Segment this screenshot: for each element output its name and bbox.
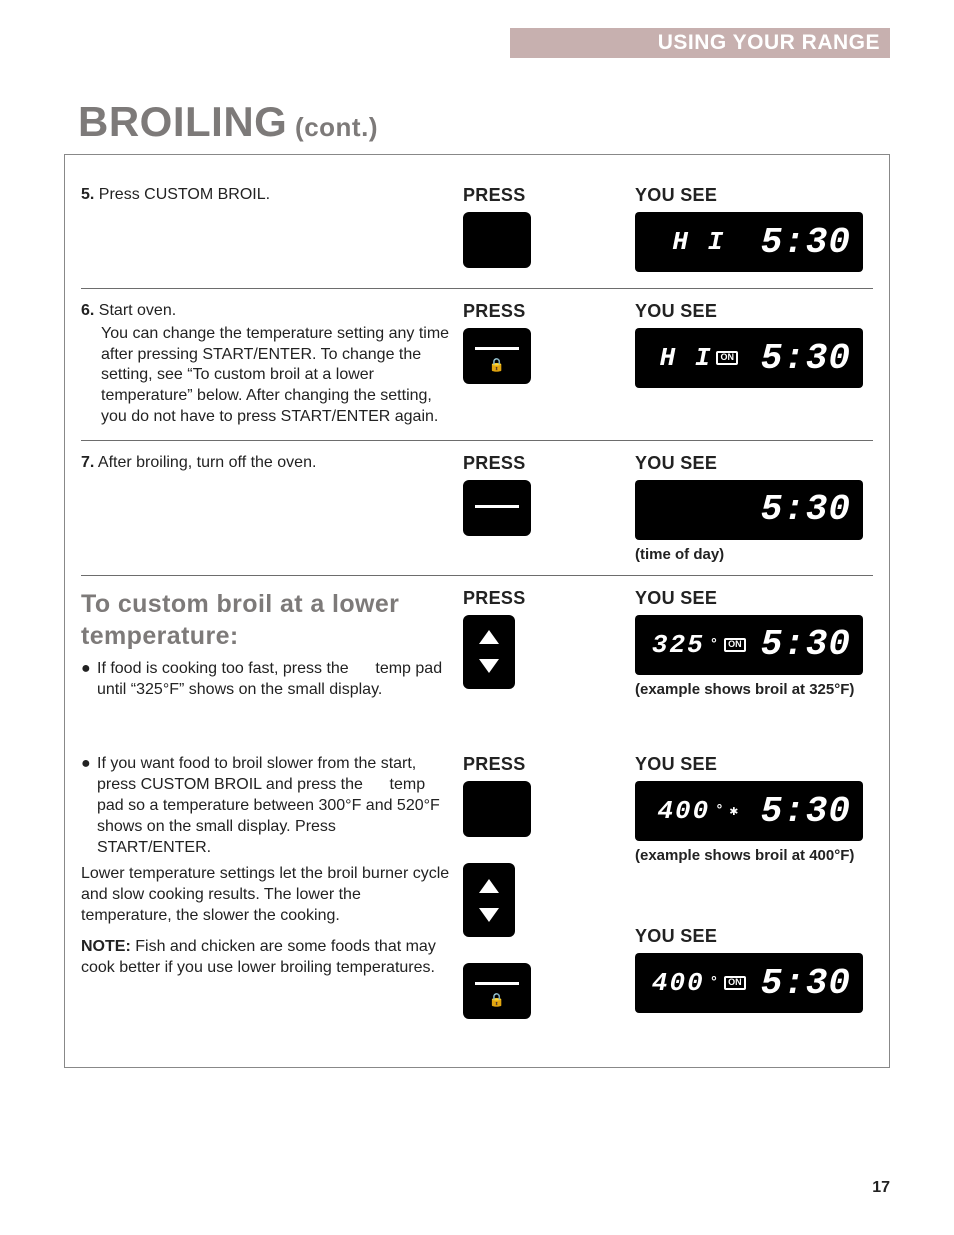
display-small-reading: H I ON <box>647 343 751 373</box>
start-enter-button[interactable]: 🔒 <box>463 328 531 384</box>
step-5-number: 5. <box>81 186 94 203</box>
step-6-display-col: YOU SEE H I ON 5:30 <box>635 301 895 428</box>
display-clock: 5:30 <box>761 963 851 1004</box>
display-hi-530: H I 5:30 <box>635 212 863 272</box>
on-indicator-icon: ON <box>724 976 746 990</box>
you-see-label: YOU SEE <box>635 588 895 609</box>
lock-icon: 🔒 <box>489 358 505 371</box>
press-label: PRESS <box>463 588 623 609</box>
custom-2-press-col: PRESS 🔒 <box>463 754 623 1027</box>
bullet-1-a: If food is cooking too fast, press the <box>97 660 349 677</box>
step-7-number: 7. <box>81 454 94 471</box>
triangle-down-icon <box>479 908 499 922</box>
para-lower-temp: Lower temperature settings let the broil… <box>81 864 451 926</box>
display-small-reading: 325° ON <box>647 630 751 660</box>
bullet-2-a: If you want food to broil slower from th… <box>97 755 416 793</box>
note-body: Fish and chicken are some foods that may… <box>81 938 436 976</box>
step-5-row: 5. Press CUSTOM BROIL. PRESS YOU SEE H I… <box>81 173 873 288</box>
display-325-on-530: 325° ON 5:30 <box>635 615 863 675</box>
page-title-cont: (cont.) <box>287 112 378 142</box>
triangle-up-icon <box>479 879 499 893</box>
page-title: Broiling (cont.) <box>78 98 890 146</box>
custom-broil-row-2: ● If you want food to broil slower from … <box>81 718 873 1039</box>
display-clock: 5:30 <box>761 624 851 665</box>
step-5-press-col: PRESS <box>463 185 623 276</box>
content-frame: 5. Press CUSTOM BROIL. PRESS YOU SEE H I… <box>64 154 890 1068</box>
step-6-row: 6. Start oven. You can change the temper… <box>81 288 873 440</box>
display-clock: 5:30 <box>761 222 851 263</box>
step-5-text: 5. Press CUSTOM BROIL. <box>81 185 451 276</box>
display-400-star-530: 400°✱ 5:30 <box>635 781 863 841</box>
step-6-number: 6. <box>81 302 94 319</box>
step-6-text: 6. Start oven. You can change the temper… <box>81 301 451 428</box>
page-title-main: Broiling <box>78 98 287 145</box>
temp-pad-button[interactable] <box>463 615 515 689</box>
step-6-lead: Start oven. <box>99 302 176 319</box>
you-see-label: YOU SEE <box>635 926 895 947</box>
button-divider <box>475 347 519 350</box>
display-caption-time-of-day: (time of day) <box>635 546 895 563</box>
step-5-body: Press CUSTOM BROIL. <box>99 186 270 203</box>
display-caption-325: (example shows broil at 325°F) <box>635 681 895 698</box>
temp-pad-button[interactable] <box>463 863 515 937</box>
section-banner-label: USING YOUR RANGE <box>658 31 880 55</box>
display-small-reading: 400° ON <box>647 968 751 998</box>
display-530: 5:30 <box>635 480 863 540</box>
button-divider <box>475 505 519 508</box>
star-icon: ✱ <box>730 803 740 820</box>
you-see-label: YOU SEE <box>635 301 895 322</box>
display-hi-on-530: H I ON 5:30 <box>635 328 863 388</box>
on-indicator-icon: ON <box>724 638 746 652</box>
bullet-1: ● If food is cooking too fast, press the… <box>81 659 451 701</box>
display-small-reading: 400°✱ <box>647 796 751 826</box>
press-label: PRESS <box>463 453 623 474</box>
bullet-icon: ● <box>81 754 97 858</box>
step-6-body: You can change the temperature setting a… <box>101 324 451 428</box>
start-enter-button[interactable]: 🔒 <box>463 963 531 1019</box>
step-7-display-col: YOU SEE 5:30 (time of day) <box>635 453 895 563</box>
display-small-reading: H I <box>647 227 751 257</box>
display-clock: 5:30 <box>761 791 851 832</box>
bullet-2: ● If you want food to broil slower from … <box>81 754 451 858</box>
display-clock: 5:30 <box>761 489 851 530</box>
custom-broil-text-1: To custom broil at a lower temperature: … <box>81 588 451 707</box>
you-see-label: YOU SEE <box>635 185 895 206</box>
bullet-icon: ● <box>81 659 97 701</box>
step-7-text: 7. After broiling, turn off the oven. <box>81 453 451 563</box>
section-banner: USING YOUR RANGE <box>510 28 890 58</box>
press-label: PRESS <box>463 301 623 322</box>
display-400-on-530: 400° ON 5:30 <box>635 953 863 1013</box>
step-7-row: 7. After broiling, turn off the oven. PR… <box>81 440 873 575</box>
step-7-press-col: PRESS <box>463 453 623 563</box>
triangle-up-icon <box>479 630 499 644</box>
step-7-body: After broiling, turn off the oven. <box>98 454 317 471</box>
press-label: PRESS <box>463 185 623 206</box>
you-see-label: YOU SEE <box>635 453 895 474</box>
custom-2-display-col: YOU SEE 400°✱ 5:30 (example shows broil … <box>635 754 895 1027</box>
triangle-down-icon <box>479 659 499 673</box>
on-indicator-icon: ON <box>716 351 738 365</box>
custom-broil-subheading: To custom broil at a lower temperature: <box>81 588 451 653</box>
you-see-label: YOU SEE <box>635 754 895 775</box>
custom-broil-text-2: ● If you want food to broil slower from … <box>81 754 451 1027</box>
display-clock: 5:30 <box>761 338 851 379</box>
button-divider <box>475 982 519 985</box>
off-cancel-button[interactable] <box>463 480 531 536</box>
step-5-display-col: YOU SEE H I 5:30 <box>635 185 895 276</box>
press-label: PRESS <box>463 754 623 775</box>
step-6-press-col: PRESS 🔒 <box>463 301 623 428</box>
note-label: NOTE: <box>81 938 131 955</box>
custom-broil-button[interactable] <box>463 781 531 837</box>
custom-1-press-col: PRESS <box>463 588 623 707</box>
custom-broil-row-1: To custom broil at a lower temperature: … <box>81 575 873 719</box>
custom-1-display-col: YOU SEE 325° ON 5:30 (example shows broi… <box>635 588 895 707</box>
page-number: 17 <box>872 1179 890 1197</box>
custom-broil-button[interactable] <box>463 212 531 268</box>
lock-icon: 🔒 <box>489 993 505 1006</box>
display-caption-400: (example shows broil at 400°F) <box>635 847 895 864</box>
note-line: NOTE: Fish and chicken are some foods th… <box>81 937 451 979</box>
